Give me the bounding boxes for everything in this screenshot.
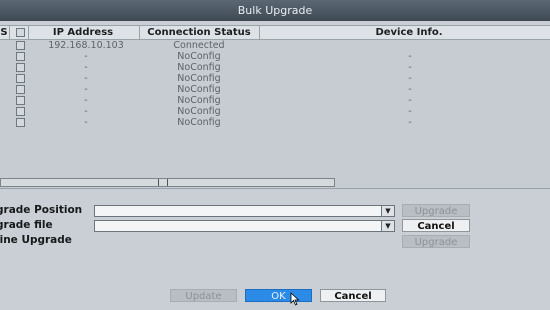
row-ip: -: [84, 95, 88, 106]
header-connection-status[interactable]: Connection Status: [139, 26, 259, 39]
header-ip-address[interactable]: IP Address: [28, 26, 138, 39]
row-checkbox[interactable]: [16, 107, 25, 116]
row-ip: -: [84, 51, 88, 62]
row-status: NoConfig: [177, 106, 221, 117]
online-upgrade-button[interactable]: Upgrade: [402, 235, 470, 248]
upgrade-file-select[interactable]: ▼: [94, 220, 395, 232]
ok-button[interactable]: OK: [245, 289, 312, 302]
table-row[interactable]: - NoConfig -: [0, 95, 550, 106]
row-checkbox[interactable]: [16, 85, 25, 94]
row-checkbox[interactable]: [16, 41, 25, 50]
row-ip: -: [84, 73, 88, 84]
upgrade-position-label: grade Position: [0, 204, 83, 216]
row-status: NoConfig: [177, 73, 221, 84]
row-ip: 192.168.10.103: [48, 40, 124, 51]
table-row[interactable]: - NoConfig -: [0, 84, 550, 95]
row-info: -: [408, 51, 412, 62]
row-status: NoConfig: [177, 95, 221, 106]
row-checkbox[interactable]: [16, 96, 25, 105]
header-device-info[interactable]: Device Info.: [259, 26, 550, 39]
select-all-checkbox[interactable]: [16, 28, 25, 37]
table-row[interactable]: 192.168.10.103 Connected: [0, 40, 550, 51]
row-ip: -: [84, 62, 88, 73]
table-row[interactable]: - NoConfig -: [0, 62, 550, 73]
device-table: S IP Address Connection Status Device In…: [0, 25, 550, 189]
row-ip: -: [84, 106, 88, 117]
row-ip: -: [84, 84, 88, 95]
window-title: Bulk Upgrade: [0, 0, 550, 21]
row-info: -: [408, 106, 412, 117]
online-upgrade-label: line Upgrade: [0, 234, 72, 246]
cancel-upgrade-button[interactable]: Cancel: [402, 219, 470, 232]
row-checkbox[interactable]: [16, 74, 25, 83]
scrollbar-thumb[interactable]: [158, 179, 168, 186]
cancel-button[interactable]: Cancel: [320, 289, 386, 302]
row-status: NoConfig: [177, 84, 221, 95]
horizontal-scrollbar[interactable]: [0, 178, 335, 187]
table-row[interactable]: - NoConfig -: [0, 73, 550, 84]
table-row[interactable]: - NoConfig -: [0, 117, 550, 128]
row-status: NoConfig: [177, 117, 221, 128]
mouse-cursor-icon: [290, 292, 300, 306]
row-info: -: [408, 62, 412, 73]
chevron-down-icon[interactable]: ▼: [381, 205, 395, 217]
row-info: -: [408, 73, 412, 84]
table-row[interactable]: - NoConfig -: [0, 51, 550, 62]
row-checkbox[interactable]: [16, 52, 25, 61]
row-ip: -: [84, 117, 88, 128]
upgrade-position-select[interactable]: ▼: [94, 205, 395, 217]
row-info: -: [408, 84, 412, 95]
table-row[interactable]: - NoConfig -: [0, 106, 550, 117]
row-status: Connected: [173, 40, 225, 51]
upgrade-button[interactable]: Upgrade: [402, 204, 470, 217]
table-header: S IP Address Connection Status Device In…: [0, 26, 550, 40]
upgrade-file-label: grade file: [0, 219, 53, 231]
row-checkbox[interactable]: [16, 63, 25, 72]
row-info: -: [408, 95, 412, 106]
row-checkbox[interactable]: [16, 118, 25, 127]
update-button[interactable]: Update: [170, 289, 237, 302]
header-s: S: [0, 27, 8, 38]
row-status: NoConfig: [177, 62, 221, 73]
row-status: NoConfig: [177, 51, 221, 62]
row-info: -: [408, 117, 412, 128]
chevron-down-icon[interactable]: ▼: [381, 220, 395, 232]
